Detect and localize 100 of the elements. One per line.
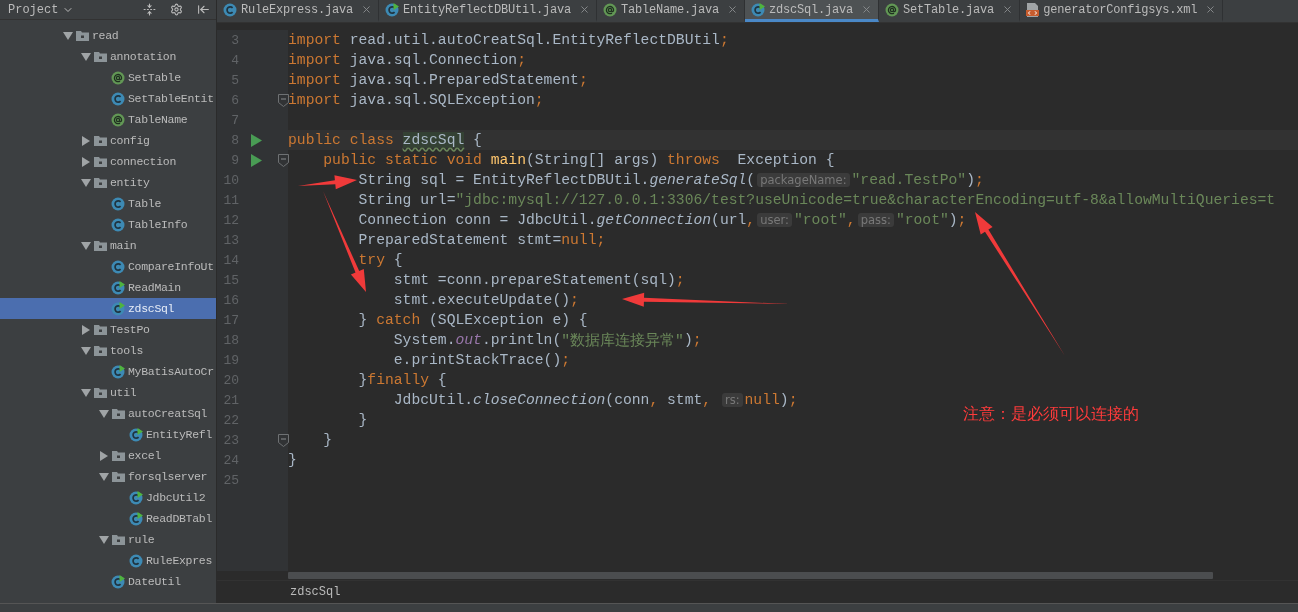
editor-tab[interactable]: zdscSql.java — [745, 0, 880, 22]
run-icon[interactable] — [250, 133, 262, 147]
tree-item[interactable]: entity — [0, 172, 216, 193]
tree-item[interactable]: EntityRefl — [0, 424, 216, 445]
annotation-note: 注意：是必须可以连接的 — [963, 404, 1139, 425]
breadcrumb[interactable]: zdscSql — [290, 585, 341, 599]
expanded-arrow-icon[interactable] — [99, 471, 109, 482]
close-icon[interactable] — [1002, 4, 1014, 15]
collapsed-arrow-icon[interactable] — [99, 450, 109, 461]
class-icon — [111, 259, 125, 274]
tree-item[interactable]: zdscSql — [0, 298, 216, 319]
code-line: import java.sql.SQLException; — [288, 92, 544, 108]
tree-item[interactable]: SetTable — [0, 67, 216, 88]
tree-item[interactable]: forsqlserver — [0, 466, 216, 487]
close-icon[interactable] — [579, 4, 591, 15]
code-line: Connection conn = JdbcUtil.getConnection(url, user: "root", pass: "root"); — [357, 212, 967, 228]
close-icon[interactable] — [361, 4, 373, 15]
tree-item[interactable]: util — [0, 382, 216, 403]
tree-item[interactable]: main — [0, 235, 216, 256]
code-line: PreparedStatement stmt=null; — [357, 232, 606, 248]
close-icon[interactable] — [1205, 4, 1217, 15]
expanded-arrow-icon[interactable] — [81, 51, 91, 62]
settings-icon[interactable] — [170, 3, 183, 16]
tree-item[interactable]: MyBatisAutoCr — [0, 361, 216, 382]
tree-item[interactable]: rule — [0, 529, 216, 550]
tree-item[interactable]: SetTableEntit — [0, 88, 216, 109]
tree-item[interactable]: RuleExpres — [0, 550, 216, 571]
code-line: public static void main(String[] args) throws Exception { — [322, 152, 835, 168]
folder-icon — [93, 51, 107, 62]
collapsed-arrow-icon[interactable] — [81, 324, 91, 335]
annotation-icon — [603, 2, 618, 17]
expanded-arrow-icon[interactable] — [81, 387, 91, 398]
tree-item[interactable]: Table — [0, 193, 216, 214]
tree-item[interactable]: DateUtil — [0, 571, 216, 592]
collapse-all-icon[interactable] — [143, 3, 156, 16]
code-line: System.out.println("数据库连接异常"); — [392, 331, 702, 350]
tree-item[interactable]: ReadDBTabl — [0, 508, 216, 529]
code-line: String sql = EntityReflectDBUtil.generateSql( packageName: "read.TestPo"); — [357, 172, 984, 188]
runnable-class-icon — [751, 2, 766, 17]
tree-item[interactable]: TestPo — [0, 319, 216, 340]
expanded-arrow-icon[interactable] — [63, 30, 73, 41]
tree-item[interactable]: connection — [0, 151, 216, 172]
runnable-class-icon — [111, 364, 125, 379]
code-line: } — [357, 412, 368, 428]
tree-item[interactable]: JdbcUtil2 — [0, 487, 216, 508]
code-line: String url="jdbc:mysql://127.0.0.1:3306/test?useUnicode=true&characterEncoding=utf-8&allowMultiQueries=t — [357, 192, 1276, 208]
hide-panel-icon[interactable] — [197, 3, 210, 16]
folder-icon — [93, 177, 107, 188]
expanded-arrow-icon[interactable] — [81, 345, 91, 356]
folder-icon — [93, 324, 107, 335]
code-line: stmt.executeUpdate(); — [392, 292, 579, 308]
runnable-class-icon — [129, 427, 143, 442]
tree-item[interactable]: annotation — [0, 46, 216, 67]
tree-item[interactable]: CompareInfoUt — [0, 256, 216, 277]
tree-item[interactable]: config — [0, 130, 216, 151]
scrollbar-thumb[interactable] — [288, 572, 1213, 579]
annotation-icon — [111, 112, 125, 127]
folder-icon — [93, 156, 107, 167]
code-line: }finally { — [357, 372, 447, 388]
folder-icon — [75, 30, 89, 41]
runnable-class-icon — [129, 490, 143, 505]
tree-item[interactable]: read — [0, 25, 216, 46]
tree-item[interactable]: ReadMain — [0, 277, 216, 298]
runnable-class-icon — [111, 301, 125, 316]
close-icon[interactable] — [727, 4, 739, 15]
folder-icon — [111, 471, 125, 482]
run-icon[interactable] — [250, 153, 262, 167]
expanded-arrow-icon[interactable] — [99, 534, 109, 545]
annotation-icon — [885, 2, 900, 17]
expanded-arrow-icon[interactable] — [81, 240, 91, 251]
fold-icon[interactable] — [277, 153, 289, 167]
folder-icon — [111, 408, 125, 419]
tree-item[interactable]: TableName — [0, 109, 216, 130]
runnable-class-icon — [129, 511, 143, 526]
class-icon — [111, 91, 125, 106]
panel-title[interactable]: Project — [8, 2, 59, 17]
folder-icon — [93, 387, 107, 398]
expanded-arrow-icon[interactable] — [99, 408, 109, 419]
class-icon — [223, 2, 237, 17]
folder-icon — [111, 450, 125, 461]
tree-item[interactable]: excel — [0, 445, 216, 466]
class-icon — [111, 217, 125, 232]
class-icon — [111, 196, 125, 211]
fold-icon[interactable] — [277, 433, 289, 447]
expanded-arrow-icon[interactable] — [81, 177, 91, 188]
collapsed-arrow-icon[interactable] — [81, 156, 91, 167]
collapsed-arrow-icon[interactable] — [81, 135, 91, 146]
code-line: } — [288, 452, 297, 468]
code-line: import java.sql.Connection; — [288, 52, 526, 68]
annotation-icon — [111, 70, 125, 85]
tree-item[interactable]: tools — [0, 340, 216, 361]
code-line: } — [322, 432, 333, 448]
runnable-class-icon — [111, 280, 125, 295]
fold-icon[interactable] — [277, 93, 289, 107]
tree-item[interactable]: TableInfo — [0, 214, 216, 235]
tree-item[interactable]: autoCreatSql — [0, 403, 216, 424]
code-line: import read.util.autoCreatSql.EntityReflectDBUtil; — [288, 32, 729, 48]
xml-file-icon — [1026, 2, 1040, 17]
close-icon[interactable] — [861, 4, 873, 15]
code-line: public class zdscSql { — [288, 132, 482, 148]
